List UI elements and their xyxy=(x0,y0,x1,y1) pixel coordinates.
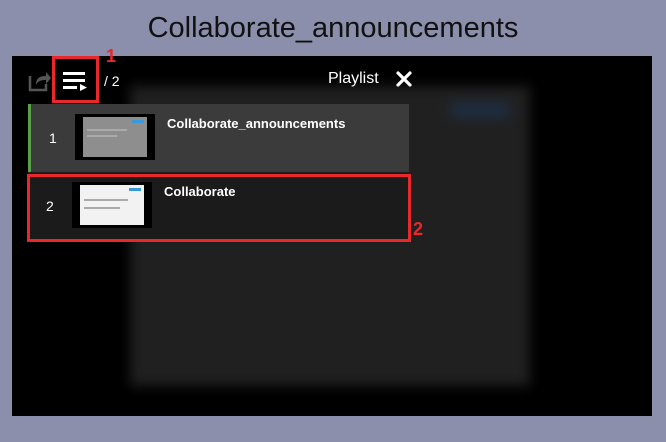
playlist-item-thumbnail xyxy=(72,182,152,228)
playlist-item-title: Collaborate xyxy=(164,184,236,199)
thumbnail-accent xyxy=(132,120,144,123)
page-title: Collaborate_announcements xyxy=(147,12,519,44)
playlist-title: Playlist xyxy=(328,70,379,87)
playlist-item[interactable]: 1 Collaborate_announcements xyxy=(28,104,409,172)
playlist-button[interactable] xyxy=(56,63,94,99)
playlist-counter: / 2 xyxy=(104,73,120,89)
thumbnail-line xyxy=(87,135,117,137)
thumbnail-line xyxy=(84,199,128,201)
background-highlight xyxy=(450,102,510,118)
share-icon[interactable] xyxy=(28,70,52,92)
thumbnail-line xyxy=(87,129,127,131)
playlist-item-number: 1 xyxy=(49,130,57,146)
close-icon[interactable] xyxy=(395,70,413,88)
playlist-item-thumbnail xyxy=(75,114,155,160)
playlist-item-title: Collaborate_announcements xyxy=(167,116,346,131)
video-player: / 2 Playlist 1 Collaborate_announcements… xyxy=(12,56,652,416)
playlist-list: 1 Collaborate_announcements 2 Collaborat… xyxy=(28,104,409,240)
playlist-item-number: 2 xyxy=(46,198,54,214)
playlist-item[interactable]: 2 Collaborate xyxy=(28,172,409,240)
playlist-icon xyxy=(63,72,87,91)
thumbnail-slide xyxy=(83,117,147,157)
thumbnail-slide xyxy=(80,185,144,225)
thumbnail-accent xyxy=(129,188,141,191)
annotation-number-1: 1 xyxy=(106,46,117,66)
thumbnail-line xyxy=(84,207,120,209)
annotation-number-2: 2 xyxy=(413,219,424,239)
